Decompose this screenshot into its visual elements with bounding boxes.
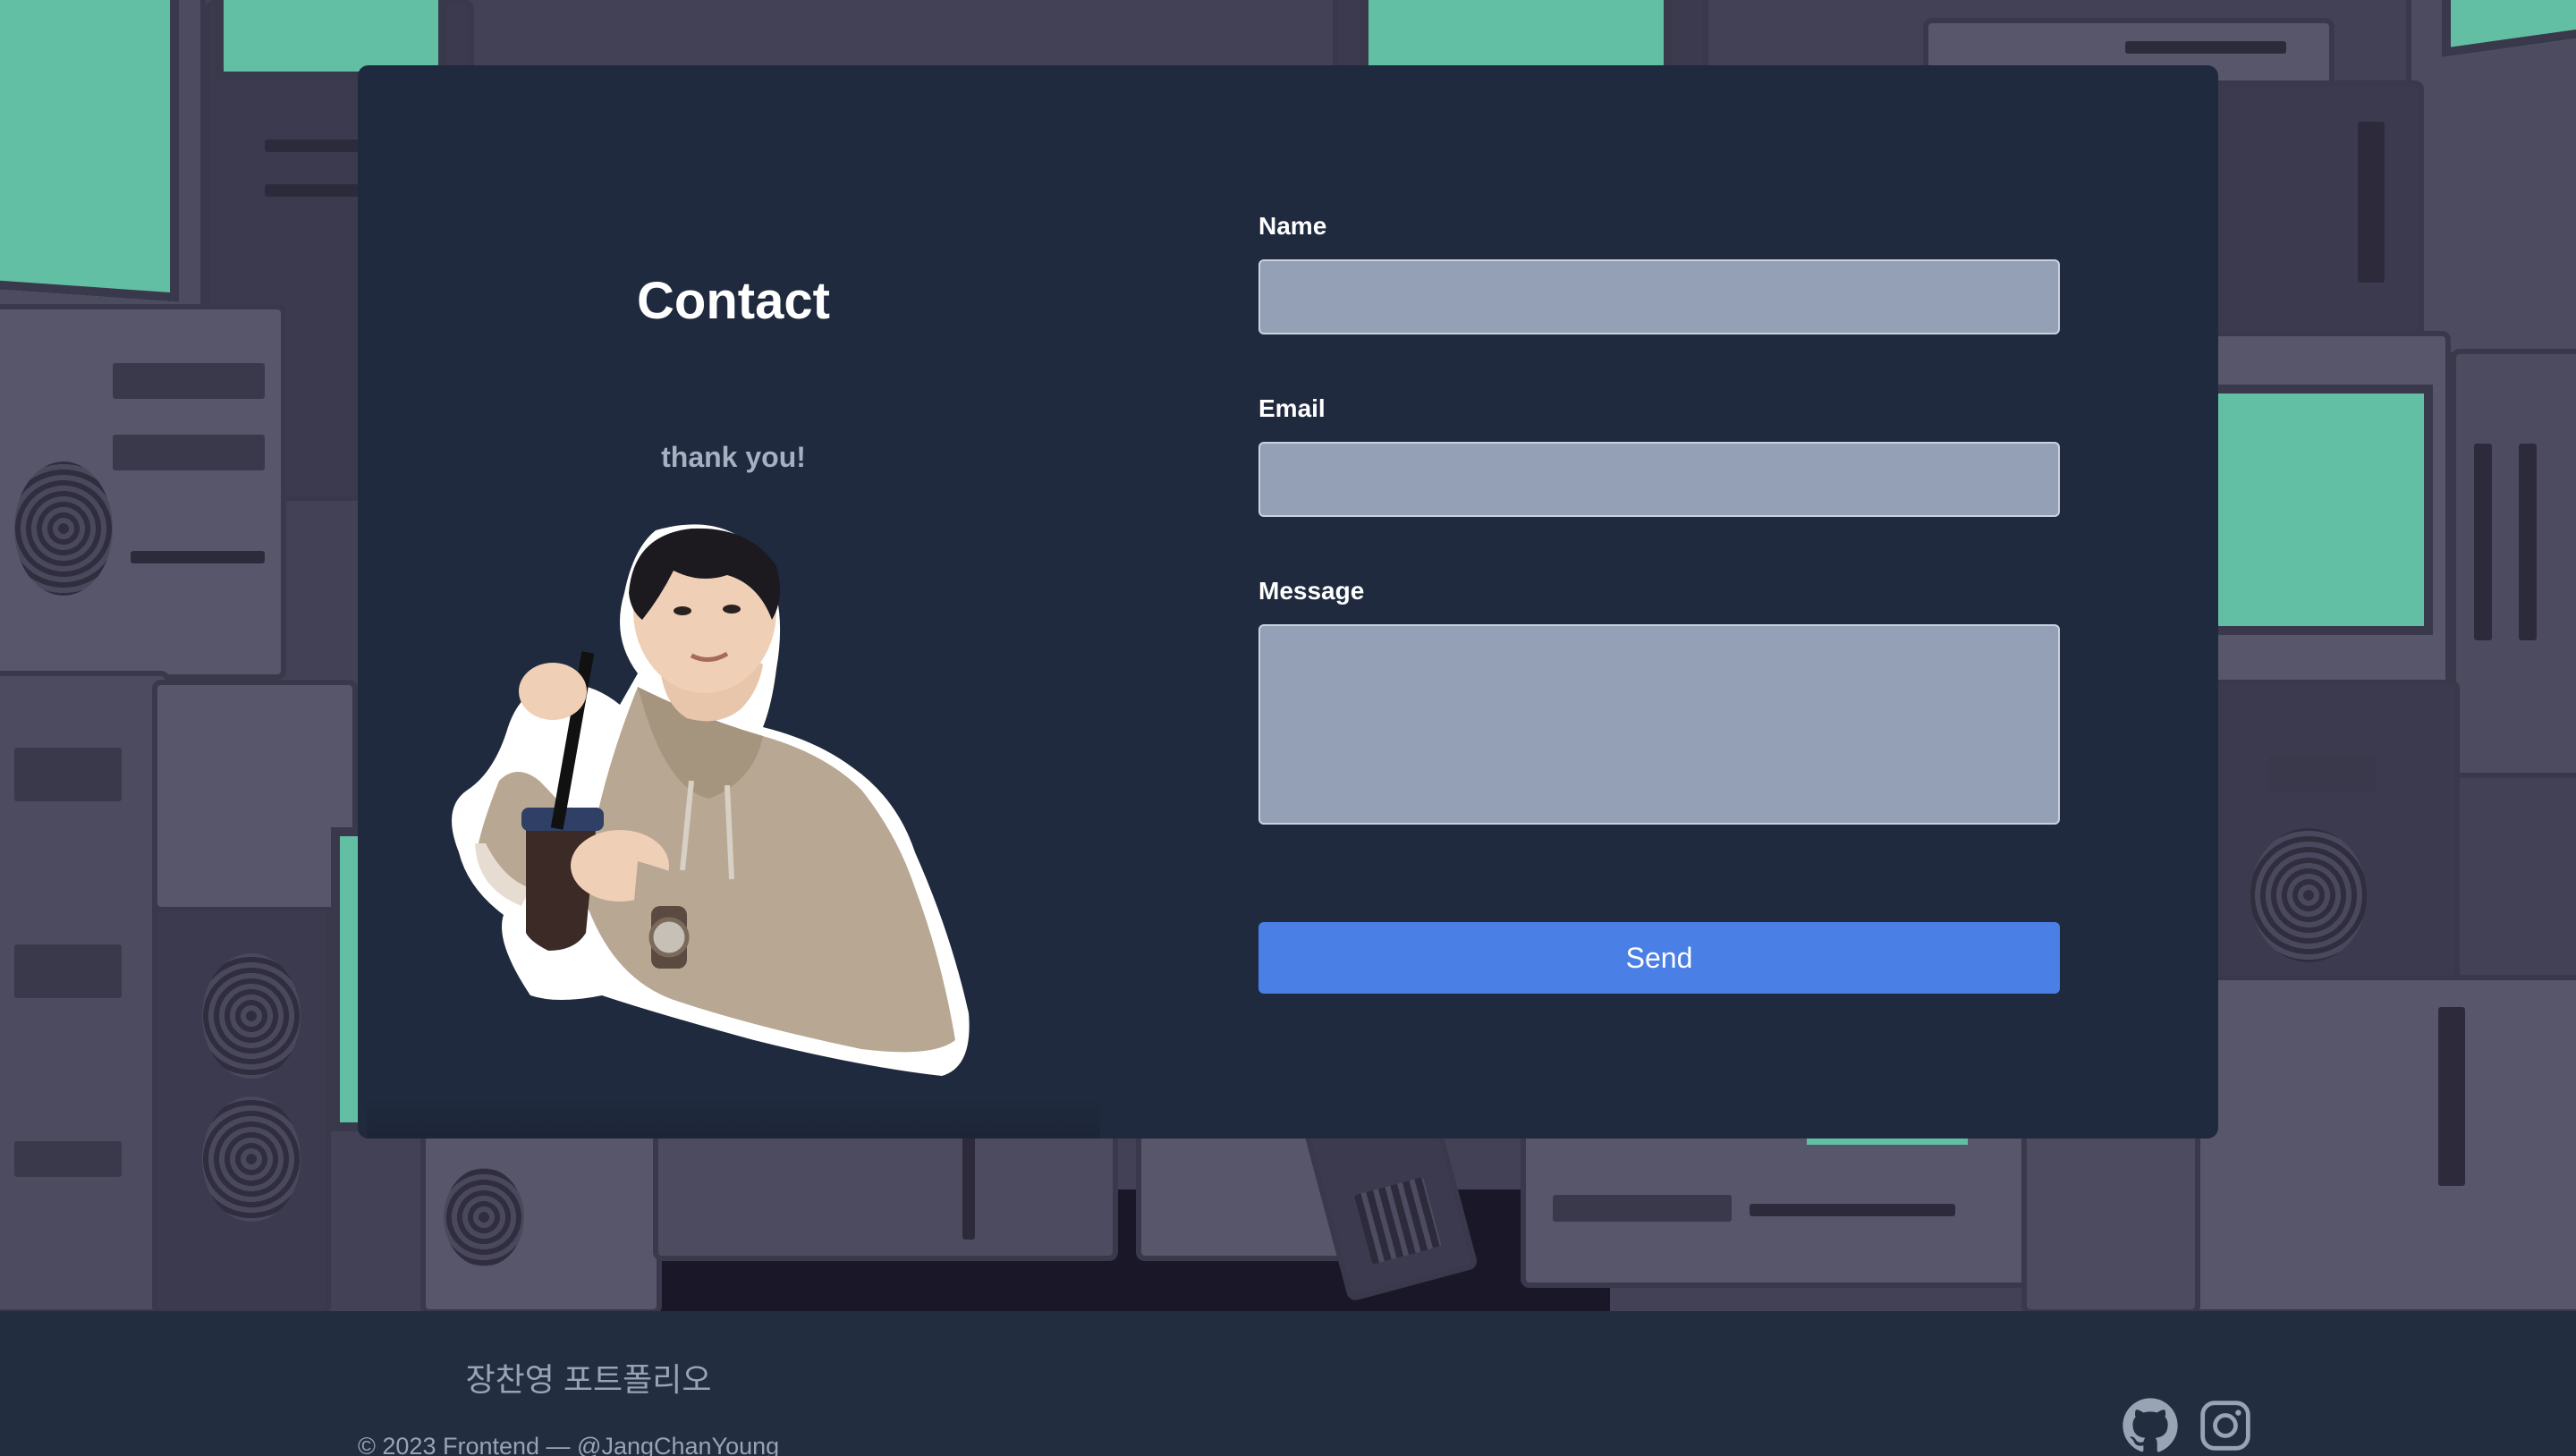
email-label: Email	[1258, 394, 1326, 422]
message-label: Message	[1258, 577, 1365, 605]
computer-tower	[2200, 80, 2424, 367]
computer-tower	[420, 1109, 662, 1311]
name-field[interactable]	[1258, 259, 2060, 334]
computer-tower	[0, 304, 286, 680]
computer-tower	[2451, 349, 2576, 778]
contact-subtitle: thank you!	[661, 441, 806, 473]
profile-photo	[452, 524, 970, 1076]
computer-tower	[0, 671, 170, 1311]
send-button[interactable]: Send	[1258, 922, 2060, 994]
computer-tower	[2021, 1109, 2200, 1311]
footer: 장찬영 포트폴리오 © 2023 Frontend — @JangChanYou…	[0, 1311, 2576, 1456]
contact-form: Name Email Message Send	[1258, 65, 2063, 1139]
contact-intro-panel: Contact thank you!	[358, 173, 1109, 1139]
computer-tower	[152, 885, 331, 1311]
footer-copyright: © 2023 Frontend — @JangChanYoung	[358, 1433, 780, 1456]
footer-title: 장찬영 포트폴리오	[465, 1361, 712, 1398]
message-field[interactable]	[1258, 624, 2060, 825]
instagram-icon[interactable]	[2197, 1397, 2254, 1454]
monitor-screen	[2200, 385, 2433, 635]
computer-tower	[2182, 975, 2576, 1311]
contact-card: Contact thank you! Name Email Message Se…	[358, 65, 2218, 1139]
page-title: Contact	[637, 272, 830, 330]
computer-monitor	[2406, 0, 2576, 358]
computer-tower	[2209, 680, 2460, 984]
email-field[interactable]	[1258, 442, 2060, 517]
github-icon[interactable]	[2122, 1397, 2179, 1454]
name-label: Name	[1258, 212, 1327, 240]
computer-tower	[152, 680, 358, 912]
panel-shadow	[367, 1094, 1100, 1139]
monitor-screen	[0, 0, 179, 302]
